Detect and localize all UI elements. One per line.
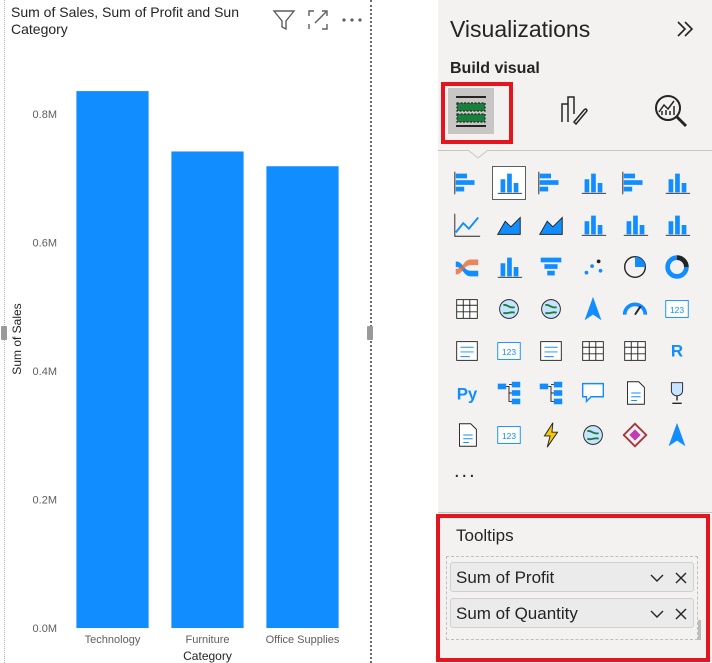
metrics-icon[interactable] (660, 376, 694, 410)
100-stacked-bar-icon[interactable] (618, 166, 652, 200)
more-visuals-button[interactable]: ... (454, 460, 477, 483)
y-axis-title: Sum of Sales (10, 303, 24, 374)
power-apps-icon[interactable] (618, 418, 652, 452)
chart-plot: 0.0M 0.2M 0.4M 0.6M 0.8M Technology Furniture O… (10, 91, 340, 663)
visual-gallery: 123 123 R Py 123 (450, 166, 702, 460)
x-tick-label: Office Supplies (266, 634, 340, 646)
bar-chart-visual[interactable]: Sum of Sales, Sum of Profit and Sunty Ca… (1, 0, 373, 663)
line-clustered-column-icon[interactable] (618, 208, 652, 242)
area-chart-icon[interactable] (492, 208, 526, 242)
build-visual-label: Build visual (450, 60, 540, 77)
x-tick-label: Technology (85, 634, 141, 646)
table-icon[interactable] (576, 334, 610, 368)
pie-icon[interactable] (618, 250, 652, 284)
y-tick-label: 0.6M (33, 238, 57, 250)
build-visual-highlight (441, 82, 513, 144)
analytics-icon[interactable] (648, 88, 694, 134)
key-influencers-icon[interactable] (492, 376, 526, 410)
smart-narrative-icon[interactable] (618, 376, 652, 410)
x-tick-label: Furniture (185, 634, 229, 646)
multi-row-card-icon[interactable] (450, 334, 484, 368)
bar-office-supplies[interactable] (266, 166, 339, 628)
svg-text:R: R (671, 342, 683, 361)
pane-title: Visualizations (450, 16, 591, 42)
matrix-icon[interactable] (618, 334, 652, 368)
waterfall-icon[interactable] (492, 250, 526, 284)
100-stacked-column-icon[interactable] (660, 166, 694, 200)
clustered-column-icon[interactable] (576, 166, 610, 200)
stacked-bar-icon[interactable] (450, 166, 484, 200)
treemap-icon[interactable] (450, 292, 484, 326)
arcgis-map-icon[interactable] (576, 418, 610, 452)
paginated-report-icon[interactable] (450, 418, 484, 452)
y-tick-label: 0.2M (33, 495, 57, 507)
tooltips-highlight (436, 514, 710, 662)
pane-scrollbar[interactable] (698, 620, 701, 640)
stacked-column-icon[interactable] (492, 166, 526, 200)
filled-map-icon[interactable] (534, 292, 568, 326)
map-icon[interactable] (492, 292, 526, 326)
scatter-icon[interactable] (576, 250, 610, 284)
azure-map-icon[interactable] (576, 292, 610, 326)
collapse-pane-icon[interactable] (674, 18, 696, 40)
line-clustered-column-alt-icon[interactable] (660, 208, 694, 242)
svg-text:Py: Py (457, 385, 478, 404)
y-tick-label: 0.8M (33, 109, 57, 121)
r-visual-icon[interactable]: R (660, 334, 694, 368)
decomposition-tree-icon[interactable] (534, 376, 568, 410)
svg-text:123: 123 (502, 431, 516, 441)
ribbon-chart-icon[interactable] (450, 250, 484, 284)
gauge-icon[interactable] (618, 292, 652, 326)
bar-furniture[interactable] (171, 151, 244, 628)
svg-text:123: 123 (670, 305, 684, 315)
power-apps-card-icon[interactable]: 123 (492, 418, 526, 452)
visualizations-pane: Visualizations Build visual 123 123 R Py 123… (436, 0, 712, 663)
selected-mode-caret (468, 150, 488, 159)
line-stacked-column-icon[interactable] (576, 208, 610, 242)
python-visual-icon[interactable]: Py (450, 376, 484, 410)
section-separator (438, 512, 712, 513)
svg-text:123: 123 (502, 347, 516, 357)
y-tick-label: 0.0M (33, 623, 57, 635)
clustered-bar-icon[interactable] (534, 166, 568, 200)
kpi-icon[interactable]: 123 (492, 334, 526, 368)
card-icon[interactable]: 123 (660, 292, 694, 326)
bar-technology[interactable] (76, 91, 149, 628)
power-automate-icon[interactable] (534, 418, 568, 452)
qa-icon[interactable] (576, 376, 610, 410)
line-chart-icon[interactable] (450, 208, 484, 242)
x-axis-title: Category (183, 649, 232, 663)
funnel-icon[interactable] (534, 250, 568, 284)
donut-icon[interactable] (660, 250, 694, 284)
stacked-area-icon[interactable] (534, 208, 568, 242)
y-tick-label: 0.4M (33, 366, 57, 378)
power-automate-alt-icon[interactable] (660, 418, 694, 452)
format-visual-icon[interactable] (550, 88, 596, 134)
slicer-icon[interactable] (534, 334, 568, 368)
